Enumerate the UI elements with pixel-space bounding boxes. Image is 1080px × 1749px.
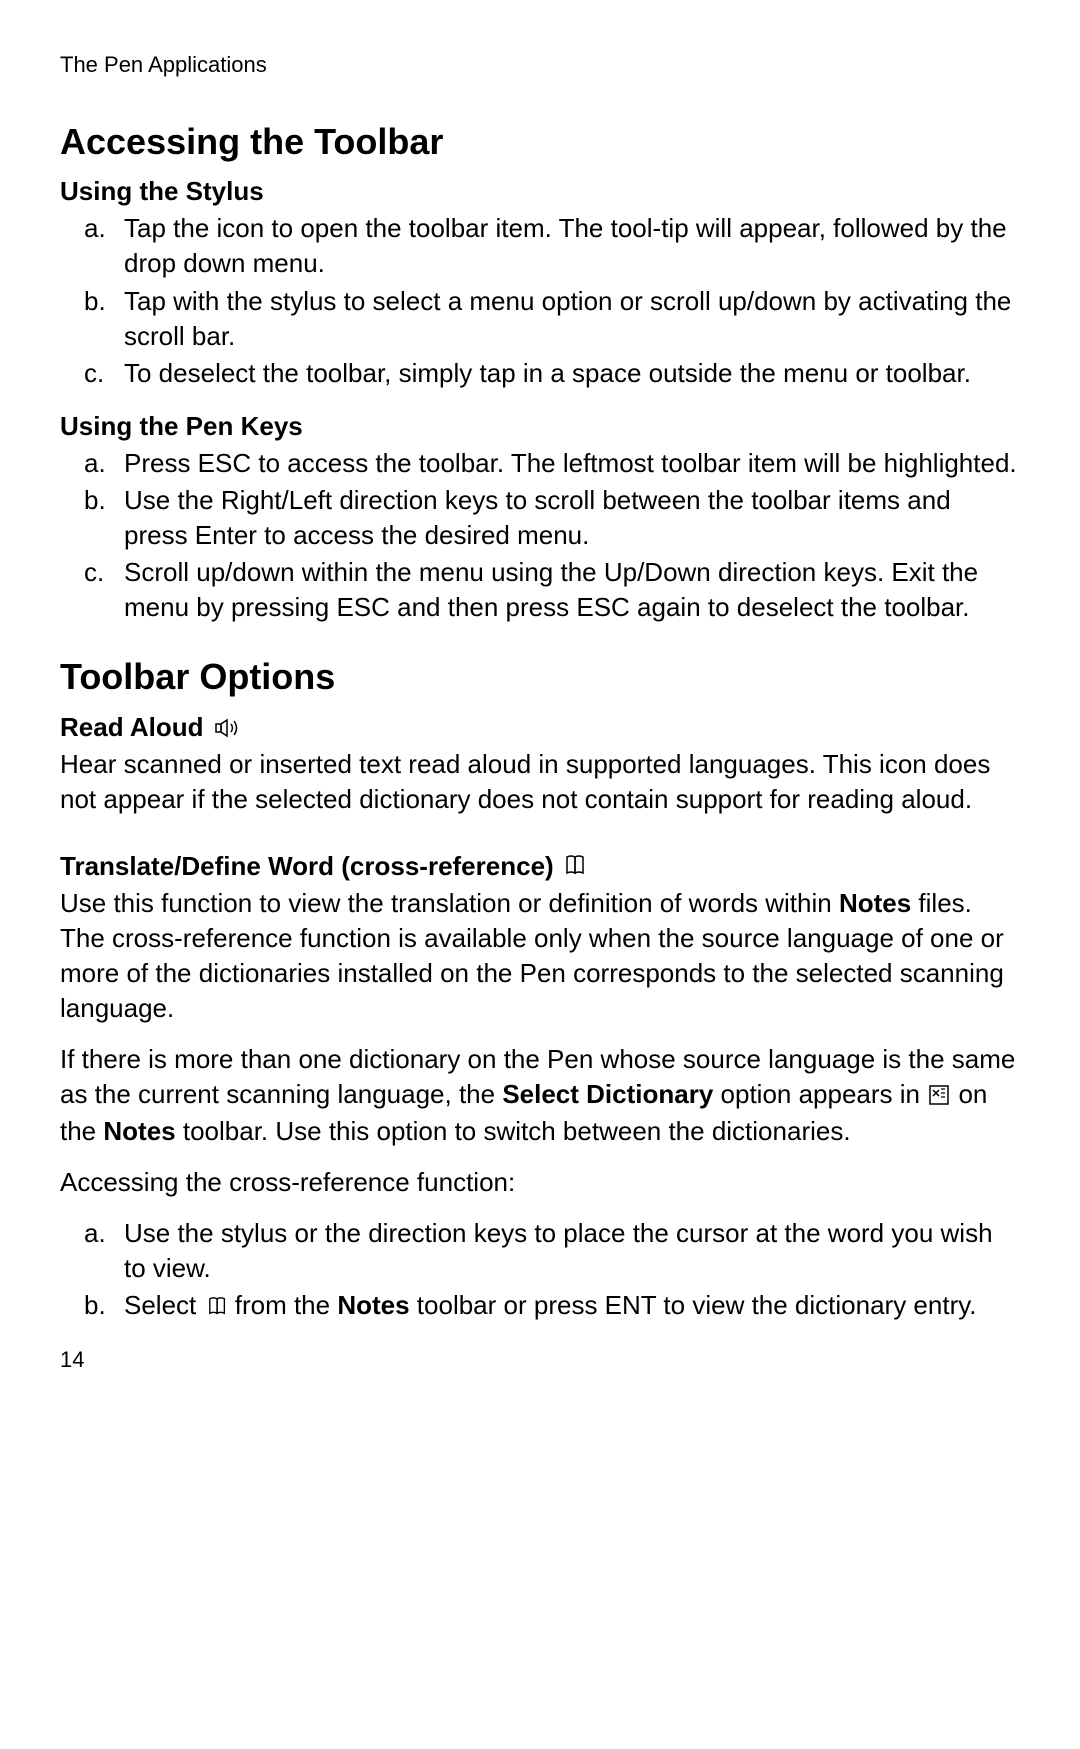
list-text: Select from the Notes toolbar or press E… (124, 1290, 977, 1320)
translate-p1: Use this function to view the translatio… (60, 886, 1020, 1026)
stylus-list: a.Tap the icon to open the toolbar item.… (60, 211, 1020, 390)
list-text: To deselect the toolbar, simply tap in a… (124, 358, 971, 388)
list-item: a.Press ESC to access the toolbar. The l… (124, 446, 1020, 481)
read-aloud-body: Hear scanned or inserted text read aloud… (60, 749, 990, 814)
settings-icon (929, 1079, 949, 1114)
list-text: Tap the icon to open the toolbar item. T… (124, 213, 1007, 278)
heading-accessing-toolbar: Accessing the Toolbar (60, 118, 1020, 167)
page-number: 14 (60, 1345, 1020, 1375)
list-text: Press ESC to access the toolbar. The lef… (124, 448, 1017, 478)
list-item: b.Use the Right/Left direction keys to s… (124, 483, 1020, 553)
speaker-icon (215, 712, 241, 747)
list-text: Use the Right/Left direction keys to scr… (124, 485, 951, 550)
crossref-steps: a.Use the stylus or the direction keys t… (60, 1216, 1020, 1325)
list-item: c.To deselect the toolbar, simply tap in… (124, 356, 1020, 391)
translate-p3: Accessing the cross-reference function: (60, 1165, 1020, 1200)
list-text: Scroll up/down within the menu using the… (124, 557, 978, 622)
list-item: c.Scroll up/down within the menu using t… (124, 555, 1020, 625)
book-icon (208, 1290, 228, 1325)
subhead-read-aloud: Read Aloud (60, 712, 203, 742)
subhead-translate: Translate/Define Word (cross-reference) (60, 851, 554, 881)
heading-toolbar-options: Toolbar Options (60, 653, 1020, 702)
section-header: The Pen Applications (60, 50, 1020, 80)
list-text: Tap with the stylus to select a menu opt… (124, 286, 1011, 351)
subhead-penkeys: Using the Pen Keys (60, 409, 1020, 444)
subhead-stylus: Using the Stylus (60, 174, 1020, 209)
list-item: a.Tap the icon to open the toolbar item.… (124, 211, 1020, 281)
penkeys-list: a.Press ESC to access the toolbar. The l… (60, 446, 1020, 625)
list-item: a.Use the stylus or the direction keys t… (124, 1216, 1020, 1286)
list-text: Use the stylus or the direction keys to … (124, 1218, 993, 1283)
book-icon (565, 850, 587, 885)
list-item: b. Select from the Notes toolbar or pres… (124, 1288, 1020, 1325)
list-item: b.Tap with the stylus to select a menu o… (124, 284, 1020, 354)
translate-p2: If there is more than one dictionary on … (60, 1042, 1020, 1149)
